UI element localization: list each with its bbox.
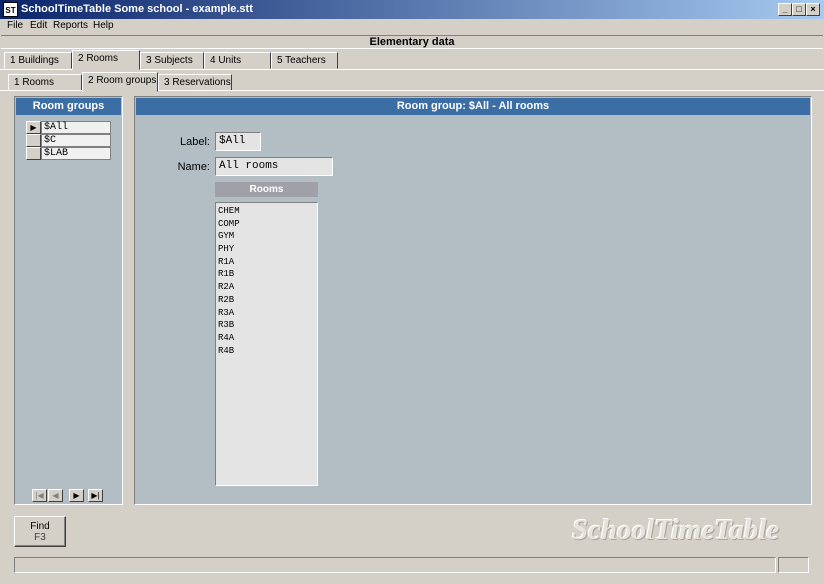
list-item[interactable]: R4B (218, 345, 317, 358)
rooms-list[interactable]: CHEM COMP GYM PHY R1A R1B R2A R2B R3A R3… (215, 202, 318, 486)
row-indicator (26, 134, 41, 147)
find-shortcut: F3 (34, 532, 46, 543)
list-item[interactable]: R3B (218, 319, 317, 332)
tab-rooms[interactable]: 2 Rooms (72, 50, 140, 70)
app-icon: ST (3, 2, 18, 17)
status-bar (14, 557, 776, 573)
name-field[interactable]: All rooms (215, 157, 333, 176)
minimize-button[interactable]: _ (778, 3, 792, 16)
list-item[interactable]: R2A (218, 281, 317, 294)
close-button[interactable]: × (806, 3, 820, 16)
section-header: Elementary data (1, 35, 823, 49)
menu-help[interactable]: Help (93, 20, 114, 31)
label-field[interactable]: $All (215, 132, 261, 151)
tab-teachers[interactable]: 5 Teachers (271, 52, 338, 69)
nav-first-icon[interactable]: |◀ (32, 489, 47, 502)
list-item[interactable]: CHEM (218, 205, 317, 218)
room-group-detail-panel: Room group: $All - All rooms Label: $All… (134, 96, 812, 505)
brand-logo: SchoolTimeTable (572, 514, 780, 546)
room-groups-panel: Room groups ▶ $All $C $LAB |◀ ◀ ▶ ▶| (14, 96, 123, 505)
row-indicator (26, 147, 41, 160)
list-item[interactable]: PHY (218, 243, 317, 256)
title-bar: ST SchoolTimeTable Some school - example… (0, 0, 824, 19)
list-item[interactable]: R1B (218, 268, 317, 281)
group-cell[interactable]: $C (41, 134, 111, 147)
tab-buildings[interactable]: 1 Buildings (4, 52, 72, 69)
group-cell[interactable]: $All (41, 121, 111, 134)
list-item[interactable]: R4A (218, 332, 317, 345)
menu-reports[interactable]: Reports (53, 20, 88, 31)
menu-bar: File Edit Reports Help (0, 19, 824, 34)
menu-edit[interactable]: Edit (30, 20, 47, 31)
tab-units[interactable]: 4 Units (204, 52, 271, 69)
list-item[interactable]: R3A (218, 307, 317, 320)
list-item[interactable]: R1A (218, 256, 317, 269)
list-item[interactable]: R2B (218, 294, 317, 307)
name-caption: Name: (177, 161, 210, 173)
group-row[interactable]: $C (26, 134, 111, 147)
tab-sub-rooms[interactable]: 1 Rooms (8, 74, 82, 91)
tab-sub-room-groups[interactable]: 2 Room groups (82, 72, 158, 92)
status-bar-section (778, 557, 809, 573)
nav-last-icon[interactable]: ▶| (88, 489, 103, 502)
list-item[interactable]: COMP (218, 218, 317, 231)
room-groups-title: Room groups (16, 98, 121, 115)
nav-next-icon[interactable]: ▶ (69, 489, 84, 502)
current-row-indicator-icon: ▶ (26, 121, 41, 134)
menu-file[interactable]: File (7, 20, 23, 31)
tab-sub-reservations[interactable]: 3 Reservations (158, 74, 232, 91)
find-button[interactable]: Find F3 (14, 516, 66, 547)
group-cell[interactable]: $LAB (41, 147, 111, 160)
window-title: SchoolTimeTable Some school - example.st… (21, 3, 253, 15)
tab-subjects[interactable]: 3 Subjects (140, 52, 204, 69)
find-label: Find (30, 521, 50, 532)
detail-title: Room group: $All - All rooms (136, 98, 810, 115)
maximize-button[interactable]: □ (792, 3, 806, 16)
nav-prior-icon[interactable]: ◀ (48, 489, 63, 502)
main-tab-bar: 1 Buildings 2 Rooms 3 Subjects 4 Units 5… (0, 50, 824, 70)
rooms-header: Rooms (215, 182, 318, 197)
list-item[interactable]: GYM (218, 230, 317, 243)
group-row[interactable]: ▶ $All (26, 121, 111, 134)
group-row[interactable]: $LAB (26, 147, 111, 160)
label-caption: Label: (180, 136, 210, 148)
